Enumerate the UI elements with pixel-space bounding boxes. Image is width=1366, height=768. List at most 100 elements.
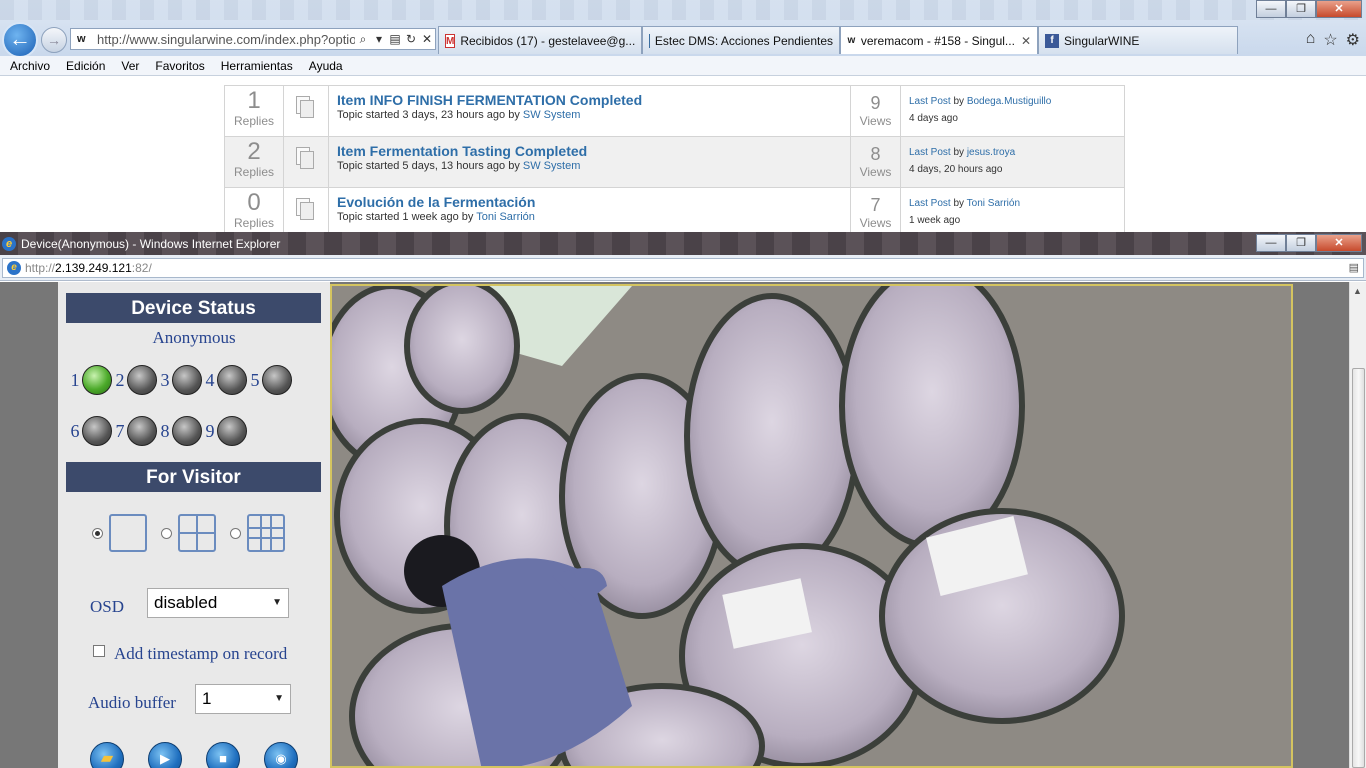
tab-veremacom[interactable]: w veremacom - #158 - Singul... ✕ [840,26,1038,54]
last-post-link[interactable]: Last Post [909,147,951,158]
channel-5[interactable]: 5 [250,365,292,395]
forward-button[interactable]: → [41,27,67,53]
osd-select[interactable]: disabled ▼ [147,588,289,618]
views-cell: 7 Views [851,188,901,238]
last-post-author-link[interactable]: Bodega.Mustiguillo [967,96,1052,107]
menu-archivo[interactable]: Archivo [10,59,50,73]
layout-9-radio[interactable] [230,527,241,539]
last-post-link[interactable]: Last Post [909,96,951,107]
tools-gear-icon[interactable]: ⚙ [1346,30,1360,50]
topic-author-link[interactable]: Toni Sarrión [476,211,535,223]
nine-view-icon[interactable] [247,514,285,552]
topic-cell: Item Fermentation Tasting Completed Topi… [329,137,851,187]
scroll-thumb[interactable] [1352,368,1365,768]
minimize-button[interactable]: — [1256,0,1286,18]
popup-maximize-button[interactable]: ❐ [1286,234,1316,252]
quad-view-icon[interactable] [178,514,216,552]
tab-label: Recibidos (17) - gestelavee@g... [460,33,636,48]
popup-title-bar[interactable]: e Device(Anonymous) - Windows Internet E… [0,232,1366,255]
vertical-scrollbar[interactable]: ▲ [1349,282,1366,768]
menu-ayuda[interactable]: Ayuda [309,59,343,73]
channel-1[interactable]: 1 [70,365,112,395]
replies-cell: 1 Replies [224,86,284,136]
popup-minimize-button[interactable]: — [1256,234,1286,252]
layout-1-radio[interactable] [92,527,103,539]
camera-video-feed[interactable] [330,284,1293,768]
status-led-icon[interactable] [172,365,202,395]
estec-icon [649,33,650,48]
channel-2[interactable]: 2 [115,365,157,395]
menu-ver[interactable]: Ver [121,59,139,73]
stop-icon[interactable]: ■ [206,742,240,768]
compatibility-icon[interactable]: ▤ [387,32,403,46]
topic-title-link[interactable]: Item INFO FINISH FERMENTATION Completed [337,92,850,108]
dropdown-icon[interactable]: ▾ [371,32,387,46]
status-led-icon[interactable] [172,416,202,446]
topic-author-link[interactable]: SW System [523,160,580,172]
title-strip [0,0,1366,20]
popup-address-field[interactable]: e http://2.139.249.121:82/ ▤ [2,258,1364,278]
replies-cell: 2 Replies [224,137,284,187]
address-url[interactable]: http://www.singularwine.com/index.php?op… [97,32,355,47]
last-post-author-link[interactable]: jesus.troya [967,147,1015,158]
scroll-up-icon[interactable]: ▲ [1353,286,1362,296]
layout-4-radio[interactable] [161,527,172,539]
status-led-icon[interactable] [127,365,157,395]
folder-icon[interactable]: ▰ [90,742,124,768]
audio-buffer-select[interactable]: 1 ▼ [195,684,291,714]
channel-6[interactable]: 6 [70,416,112,446]
last-post-link[interactable]: Last Post [909,198,951,209]
maximize-button[interactable]: ❐ [1286,0,1316,18]
views-count: 8 [870,144,881,164]
timestamp-checkbox[interactable] [93,645,105,657]
views-label: Views [859,165,892,179]
osd-label: OSD [90,597,125,616]
channel-3[interactable]: 3 [160,365,202,395]
tab-singularwine[interactable]: f SingularWINE [1038,26,1238,54]
last-post-author-link[interactable]: Toni Sarrión [967,198,1020,209]
compatibility-icon[interactable]: ▤ [1349,261,1359,274]
status-led-icon[interactable] [127,416,157,446]
topic-title-link[interactable]: Evolución de la Fermentación [337,194,850,210]
channel-row-1: 1 2 3 4 5 [70,365,295,395]
menu-edicion[interactable]: Edición [66,59,105,73]
play-icon[interactable]: ▶ [148,742,182,768]
home-icon[interactable]: ⌂ [1306,30,1316,50]
status-led-icon[interactable] [217,416,247,446]
playback-controls: ▰ ▶ ■ ◉ [90,742,298,768]
topic-icon [284,137,329,187]
topic-cell: Item INFO FINISH FERMENTATION Completed … [329,86,851,136]
menu-herramientas[interactable]: Herramientas [221,59,293,73]
table-row: 0 Replies Evolución de la Fermentación T… [224,187,1125,238]
status-led-icon[interactable] [262,365,292,395]
tab-gmail[interactable]: M Recibidos (17) - gestelavee@g... [438,26,642,54]
stop-icon[interactable]: ✕ [419,32,435,46]
status-led-icon[interactable] [82,365,112,395]
last-post-cell: Last Post by Bodega.Mustiguillo 4 days a… [901,86,1125,136]
close-button[interactable]: ✕ [1316,0,1362,18]
camera-snapshot-icon[interactable]: ◉ [264,742,298,768]
tab-estec[interactable]: Estec DMS: Acciones Pendientes [642,26,840,54]
topic-title-link[interactable]: Item Fermentation Tasting Completed [337,143,850,159]
views-label: Views [859,216,892,230]
search-icon[interactable]: ⌕ [355,32,371,47]
refresh-icon[interactable]: ↻ [403,32,419,46]
address-bar[interactable]: w http://www.singularwine.com/index.php?… [70,28,436,50]
channel-7[interactable]: 7 [115,416,157,446]
channel-4[interactable]: 4 [205,365,247,395]
channel-8[interactable]: 8 [160,416,202,446]
back-button[interactable]: ← [2,22,38,58]
tab-close-icon[interactable]: ✕ [1021,34,1031,48]
channel-9[interactable]: 9 [205,416,247,446]
for-visitor-header: For Visitor [66,462,321,492]
popup-close-button[interactable]: ✕ [1316,234,1362,252]
topic-author-link[interactable]: SW System [523,109,580,121]
menu-favoritos[interactable]: Favoritos [155,59,204,73]
status-led-icon[interactable] [217,365,247,395]
chevron-down-icon: ▼ [272,597,282,608]
replies-label: Replies [233,216,275,230]
favorites-star-icon[interactable]: ☆ [1323,30,1337,50]
single-view-icon[interactable] [109,514,147,552]
status-led-icon[interactable] [82,416,112,446]
views-cell: 9 Views [851,86,901,136]
